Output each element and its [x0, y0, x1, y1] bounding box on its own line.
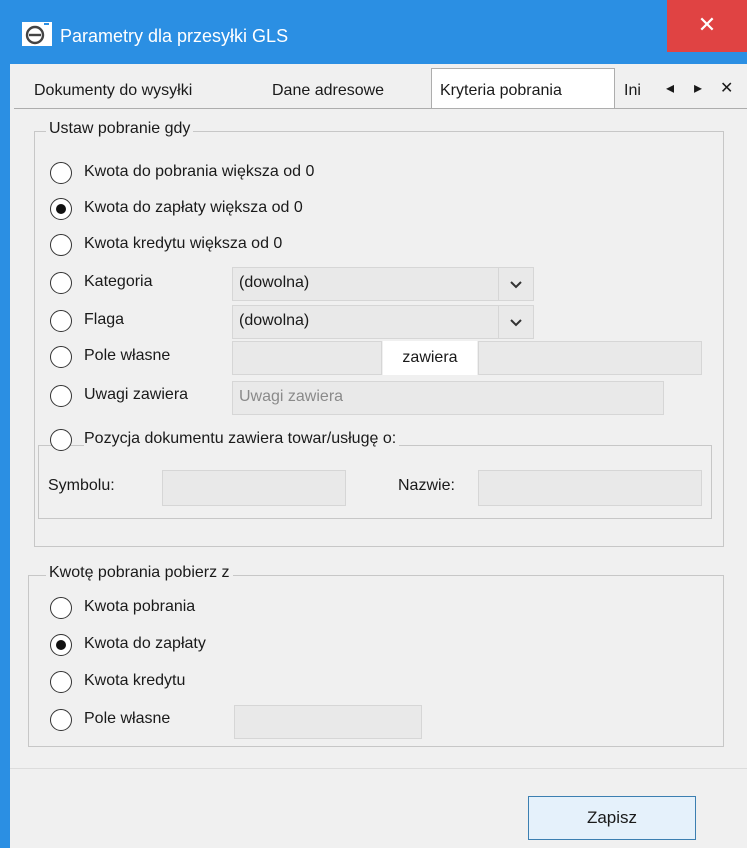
radio-kwota-kredytu[interactable] — [50, 234, 72, 256]
window-title: Parametry dla przesyłki GLS — [60, 26, 289, 46]
chevron-down-icon[interactable] — [498, 306, 533, 338]
flaga-select[interactable]: (dowolna) — [232, 305, 534, 339]
tab-kryteria-pobrania[interactable]: Kryteria pobrania — [431, 68, 615, 110]
radio-flaga[interactable] — [50, 310, 72, 332]
tab-strip: Dokumenty do wysyłki Dane adresowe Kryte… — [10, 64, 747, 110]
pole-wlasne-field-2[interactable] — [234, 705, 422, 739]
group-ustaw-pobranie-title: Ustaw pobranie gdy — [46, 120, 194, 138]
radio-kwota-do-zaplaty-2[interactable] — [50, 634, 72, 656]
tab-inne[interactable]: Ini — [616, 74, 649, 108]
radio-kwota-do-zaplaty[interactable] — [50, 198, 72, 220]
label-kwota-do-zaplaty: Kwota do zapłaty większa od 0 — [84, 199, 303, 216]
label-kwota-kredytu-2: Kwota kredytu — [84, 672, 186, 689]
label-kwota-do-zaplaty-2: Kwota do zapłaty — [84, 635, 206, 652]
label-pole-wlasne-2: Pole własne — [84, 710, 171, 727]
radio-pole-wlasne[interactable] — [50, 346, 72, 368]
label-uwagi-zawiera: Uwagi zawiera — [84, 386, 189, 403]
close-window-button[interactable]: ✕ — [667, 0, 747, 52]
uwagi-input[interactable]: Uwagi zawiera — [232, 381, 664, 415]
zawiera-label: zawiera — [383, 341, 477, 375]
radio-kwota-do-pobrania[interactable] — [50, 162, 72, 184]
title-bar[interactable]: Parametry dla przesyłki GLS ✕ — [0, 0, 747, 64]
radio-kwota-kredytu-2[interactable] — [50, 671, 72, 693]
chevron-down-icon[interactable] — [498, 268, 533, 300]
tab-close-icon[interactable]: ✕ — [720, 78, 733, 98]
app-logo-icon — [22, 22, 52, 46]
radio-kategoria[interactable] — [50, 272, 72, 294]
close-icon: ✕ — [697, 12, 717, 37]
label-kategoria: Kategoria — [84, 273, 153, 290]
radio-pozycja-dokumentu[interactable] — [50, 429, 72, 451]
symbolu-field[interactable] — [162, 470, 346, 506]
nazwie-field[interactable] — [478, 470, 702, 506]
tab-dane-adresowe[interactable]: Dane adresowe — [264, 74, 392, 108]
flaga-value: (dowolna) — [239, 312, 310, 329]
tab-scroll-right-icon[interactable]: ▸ — [694, 78, 702, 98]
label-flaga: Flaga — [84, 311, 125, 328]
label-kwota-do-pobrania: Kwota do pobrania większa od 0 — [84, 163, 315, 180]
tab-dokumenty-do-wysylki[interactable]: Dokumenty do wysyłki — [26, 74, 200, 108]
label-kwota-pobrania: Kwota pobrania — [84, 598, 196, 615]
kategoria-value: (dowolna) — [239, 274, 310, 291]
kategoria-select[interactable]: (dowolna) — [232, 267, 534, 301]
pole-wlasne-field[interactable] — [232, 341, 382, 375]
tab-scroll-left-icon[interactable]: ◂ — [666, 78, 674, 98]
save-button[interactable]: Zapisz — [528, 796, 696, 840]
label-kwota-kredytu: Kwota kredytu większa od 0 — [84, 235, 283, 252]
radio-pole-wlasne-2[interactable] — [50, 709, 72, 731]
group-kwote-pobrania-title: Kwotę pobrania pobierz z — [46, 564, 233, 582]
label-pole-wlasne: Pole własne — [84, 347, 171, 364]
label-nazwie: Nazwie: — [398, 477, 455, 494]
label-pozycja-dokumentu: Pozycja dokumentu zawiera towar/usługę o… — [84, 430, 400, 448]
radio-kwota-pobrania[interactable] — [50, 597, 72, 619]
label-symbolu: Symbolu: — [48, 477, 115, 494]
zawiera-field[interactable] — [478, 341, 702, 375]
dialog-window: Parametry dla przesyłki GLS ✕ Dokumenty … — [0, 0, 747, 848]
radio-uwagi-zawiera[interactable] — [50, 385, 72, 407]
